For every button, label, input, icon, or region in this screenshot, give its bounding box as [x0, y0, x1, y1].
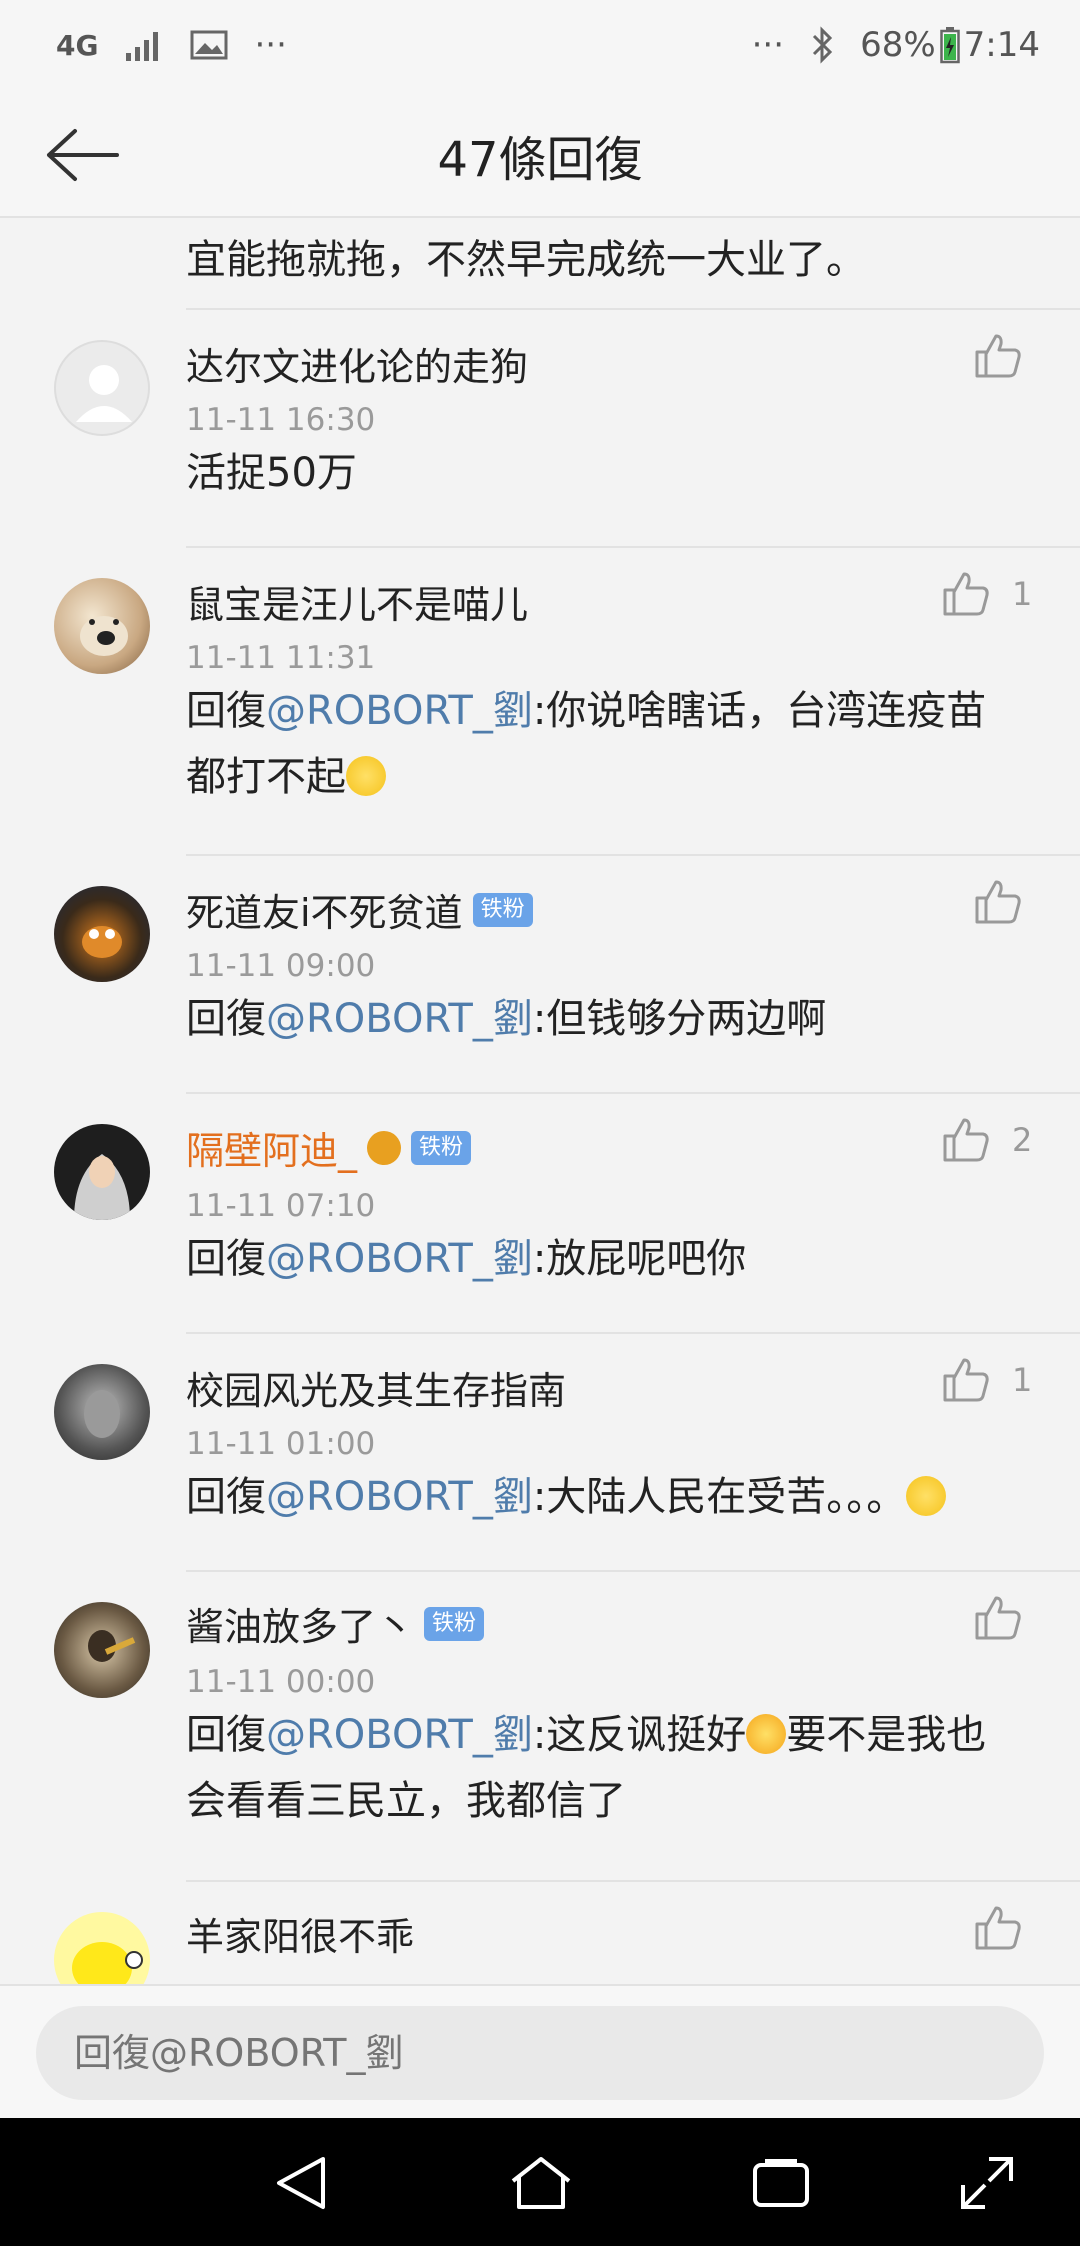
- page-title: 47條回復: [437, 132, 643, 188]
- comment-text: 回復@ROBORT_劉:但钱够分两边啊: [186, 996, 827, 1042]
- reply-bar: [0, 1984, 1080, 2118]
- comment-item[interactable]: 鼠宝是汪儿不是喵儿 11-11 11:31 回復@ROBORT_劉:你说啥瞎话，…: [0, 548, 1080, 856]
- thumbs-up-icon: [975, 1906, 1021, 1950]
- comment-item[interactable]: 死道友i不死贫道 铁粉 11-11 09:00 回復@ROBORT_劉:但钱够分两…: [0, 856, 1080, 1094]
- image-icon: [190, 29, 228, 61]
- fan-badge: 铁粉: [411, 1130, 472, 1165]
- mention-link[interactable]: @ROBORT_劉: [266, 996, 533, 1042]
- mention-link[interactable]: @ROBORT_劉: [266, 688, 533, 734]
- nav-recents-button[interactable]: [746, 2148, 816, 2218]
- comment-timestamp: 11-11 07:10: [186, 1188, 376, 1224]
- comment-username[interactable]: 鼠宝是汪儿不是喵儿: [186, 574, 528, 629]
- mention-link[interactable]: @ROBORT_劉: [266, 1474, 533, 1520]
- comment-text: 回復@ROBORT_劉:大陆人民在受苦。。。: [186, 1464, 1016, 1530]
- avatar[interactable]: [54, 1912, 150, 1984]
- comment-username[interactable]: 酱油放多了丶 铁粉: [186, 1596, 485, 1651]
- like-button[interactable]: 1: [942, 1356, 1032, 1404]
- comment-list[interactable]: 宜能拖就拖，不然早完成统一大业了。 达尔文进化论的走狗 11-11 16:30 …: [0, 218, 1080, 1984]
- mention-link[interactable]: @ROBORT_劉: [266, 1712, 533, 1758]
- system-nav-bar: [0, 2118, 1080, 2246]
- header: 47條回復: [0, 90, 1080, 218]
- fan-badge: 铁粉: [424, 1606, 485, 1641]
- comment-item[interactable]: 校园风光及其生存指南 11-11 01:00 回復@ROBORT_劉:大陆人民在…: [0, 1334, 1080, 1572]
- like-button[interactable]: 1: [942, 570, 1032, 618]
- status-bar: 4G ··· ··· 68% 7:14: [0, 0, 1080, 90]
- avatar[interactable]: [54, 1364, 150, 1460]
- avatar[interactable]: [54, 578, 150, 674]
- thumbs-up-icon: [975, 1596, 1021, 1640]
- comment-item[interactable]: 达尔文进化论的走狗 11-11 16:30 活捉50万: [0, 310, 1080, 548]
- comment-text: 回復@ROBORT_劉:这反讽挺好 要不是我也会看看三民立，我都信了: [186, 1712, 987, 1824]
- comment-timestamp: 11-11 01:00: [186, 1426, 376, 1462]
- status-right: ··· 68% 7:14: [752, 25, 1040, 65]
- avatar[interactable]: [54, 1602, 150, 1698]
- eye-roll-emoji-icon: [346, 756, 386, 796]
- comment-text: 回復@ROBORT_劉:你说啥瞎话，台湾连疫苗都打不起: [186, 688, 987, 800]
- avatar[interactable]: [54, 1124, 150, 1220]
- comment-text: 活捉50万: [186, 450, 357, 496]
- comment-timestamp: 11-11 16:30: [186, 402, 376, 438]
- like-button[interactable]: [974, 878, 1022, 926]
- battery-percent: 68%: [860, 25, 936, 65]
- comment-text: 回復@ROBORT_劉:放屁呢吧你: [186, 1236, 747, 1282]
- comment-username[interactable]: 达尔文进化论的走狗: [186, 336, 528, 391]
- like-count: 1: [1012, 575, 1033, 613]
- status-left: 4G ···: [56, 25, 287, 65]
- comment-username[interactable]: 校园风光及其生存指南: [186, 1360, 566, 1415]
- mention-link[interactable]: @ROBORT_劉: [266, 1236, 533, 1282]
- battery-icon: [939, 26, 960, 64]
- thinking-emoji-icon: [906, 1476, 947, 1516]
- fan-badge: 铁粉: [472, 892, 533, 927]
- like-button[interactable]: [974, 1594, 1022, 1642]
- comment-timestamp: 11-11 09:00: [186, 948, 376, 984]
- avatar[interactable]: [54, 886, 150, 982]
- comment-item[interactable]: 隔壁阿迪_ 铁粉 11-11 07:10 回復@ROBORT_劉:放屁呢吧你 2: [0, 1094, 1080, 1334]
- nav-back-icon: [277, 2157, 325, 2209]
- like-button[interactable]: 2: [942, 1116, 1032, 1164]
- comment-username[interactable]: 死道友i不死贫道 铁粉: [186, 882, 533, 937]
- like-button[interactable]: [974, 332, 1022, 380]
- nav-expand-button[interactable]: [952, 2148, 1022, 2218]
- signal-icon: [124, 29, 164, 61]
- laughing-emoji-icon: [746, 1714, 787, 1754]
- status-more-right: ···: [751, 25, 785, 65]
- crown-icon: [367, 1130, 402, 1165]
- comment-item[interactable]: 酱油放多了丶 铁粉 11-11 00:00 回復@ROBORT_劉:这反讽挺好 要不…: [0, 1572, 1080, 1882]
- reply-input[interactable]: [36, 2006, 1044, 2100]
- partial-comment-text: 宜能拖就拖，不然早完成统一大业了。: [186, 218, 1080, 310]
- thumbs-up-icon: [943, 572, 989, 616]
- thumbs-up-icon: [943, 1118, 989, 1162]
- status-more-left: ···: [254, 25, 287, 65]
- thumbs-up-icon: [975, 334, 1021, 378]
- nav-home-icon: [511, 2157, 571, 2209]
- comment-item[interactable]: 羊家阳很不乖: [0, 1882, 1080, 1984]
- comment-username[interactable]: 隔壁阿迪_ 铁粉: [186, 1120, 472, 1175]
- expand-icon: [961, 2157, 1013, 2209]
- comment-timestamp: 11-11 11:31: [186, 640, 376, 676]
- nav-home-button[interactable]: [506, 2148, 576, 2218]
- nav-back-button[interactable]: [266, 2148, 336, 2218]
- avatar[interactable]: [54, 340, 150, 436]
- network-type-icon: 4G: [56, 28, 99, 62]
- nav-recents-icon: [753, 2159, 809, 2207]
- like-count: 2: [1012, 1121, 1033, 1159]
- thumbs-up-icon: [943, 1358, 989, 1402]
- comment-timestamp: 11-11 00:00: [186, 1664, 376, 1700]
- clock: 7:14: [963, 25, 1040, 65]
- bluetooth-icon: [810, 26, 834, 64]
- like-count: 1: [1012, 1361, 1033, 1399]
- comment-username[interactable]: 羊家阳很不乖: [186, 1906, 414, 1961]
- thumbs-up-icon: [975, 880, 1021, 924]
- like-button[interactable]: [974, 1904, 1022, 1952]
